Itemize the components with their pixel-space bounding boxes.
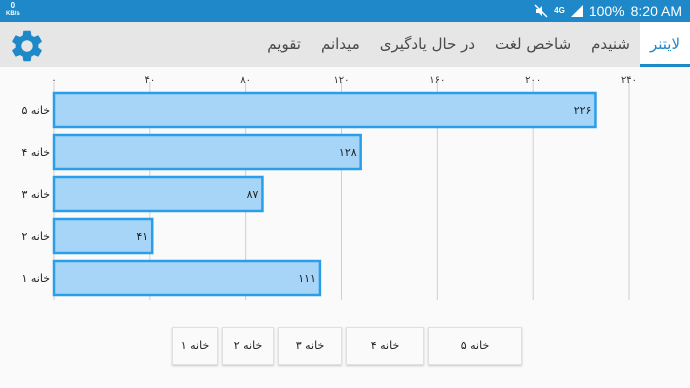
status-icons: 4G 100% 8:20 AM	[534, 3, 682, 19]
settings-gear-icon[interactable]	[8, 27, 46, 65]
bar	[52, 259, 322, 297]
bar-value-label: ۴۱	[136, 230, 148, 243]
bar	[52, 133, 362, 171]
bar	[52, 175, 264, 213]
status-bar: 0 KB/s 4G 100% 8:20 AM	[0, 0, 690, 22]
category-label: خانه ۱	[21, 272, 50, 285]
category-label: خانه ۴	[21, 146, 50, 159]
box-5-button[interactable]: خانه ۵	[428, 327, 522, 365]
tab-known[interactable]: میدانم	[311, 22, 370, 67]
tab-heard[interactable]: شنیدم	[581, 22, 640, 67]
network-speed-unit: KB/s	[6, 11, 20, 17]
tab-word-index[interactable]: شاخص لغت	[485, 22, 581, 67]
signal-icon	[570, 5, 583, 17]
tabs: لایتنر شنیدم شاخص لغت در حال یادگیری مید…	[257, 22, 690, 67]
x-tick-label: ۸۰	[240, 75, 251, 86]
bar	[52, 91, 597, 129]
chart-bars	[52, 91, 597, 297]
clock: 8:20 AM	[630, 3, 682, 19]
network-speed: 0 KB/s	[6, 2, 20, 18]
box-2-button[interactable]: خانه ۲	[222, 327, 274, 365]
x-tick-label: ۲۰۰	[525, 75, 541, 86]
category-label: خانه ۲	[21, 230, 50, 243]
x-tick-label: ۴۰	[144, 75, 155, 86]
tab-leitner[interactable]: لایتنر	[639, 22, 690, 67]
mute-icon	[534, 4, 548, 18]
box-selector: خانه ۵ خانه ۴ خانه ۳ خانه ۲ خانه ۱	[172, 327, 522, 365]
x-tick-label: ۱۶۰	[429, 75, 445, 86]
bar-value-label: ۸۷	[247, 188, 259, 201]
bar-value-label: ۱۱۱	[298, 272, 316, 285]
bar-chart: ۰ ۴۰ ۸۰ ۱۲۰ ۱۶۰ ۲۰۰ ۲۴۰ خانه ۵خانه ۴خانه ۳خانه…	[21, 75, 637, 300]
x-tick-label: ۰	[51, 75, 56, 86]
battery-level: 100%	[588, 3, 625, 19]
box-1-button[interactable]: خانه ۱	[172, 327, 218, 365]
x-tick-label: ۱۲۰	[333, 75, 349, 86]
network-speed-value: 0	[10, 1, 16, 10]
category-label: خانه ۳	[21, 188, 50, 201]
x-axis-ticks: ۰ ۴۰ ۸۰ ۱۲۰ ۱۶۰ ۲۰۰ ۲۴۰	[51, 75, 637, 86]
box-3-button[interactable]: خانه ۳	[278, 327, 342, 365]
tab-learning[interactable]: در حال یادگیری	[370, 22, 485, 67]
category-label: خانه ۵	[21, 104, 50, 117]
bar-value-label: ۱۲۸	[339, 146, 357, 159]
network-type: 4G	[554, 6, 565, 15]
y-axis-labels: خانه ۵ خانه ۴ خانه ۳ خانه ۲ خانه ۱	[21, 104, 50, 285]
tab-calendar[interactable]: تقویم	[257, 22, 311, 67]
tab-bar: لایتنر شنیدم شاخص لغت در حال یادگیری مید…	[0, 22, 690, 67]
box-4-button[interactable]: خانه ۴	[346, 327, 424, 365]
bar-value-label: ۲۲۶	[574, 104, 592, 117]
x-tick-label: ۲۴۰	[621, 75, 637, 86]
